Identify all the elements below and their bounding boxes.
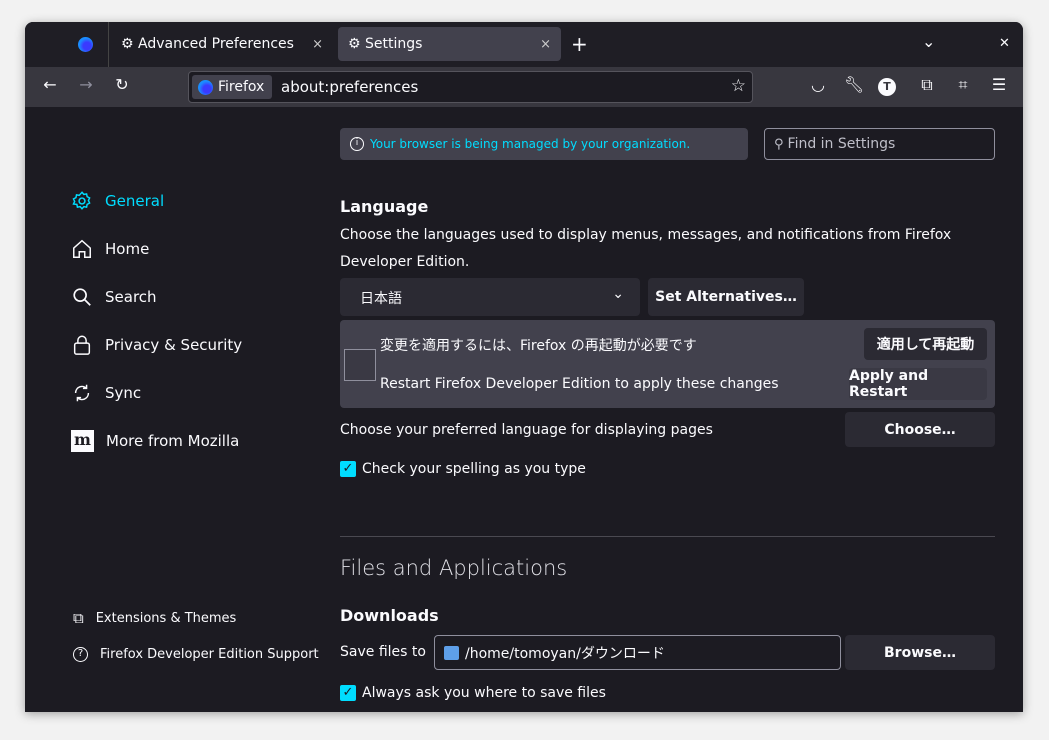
tab-bar: ⚙ Advanced Preferences × ⚙ Settings × + … [25,22,1023,67]
spellcheck-checkbox[interactable]: ✓ [340,461,356,477]
account-avatar[interactable]: T [878,78,896,96]
sidebar-support[interactable]: ? Firefox Developer Edition Support [73,647,319,662]
url-bar[interactable]: Firefox about:preferences ☆ [188,71,753,103]
screenshot-icon[interactable]: ⌗ [951,75,975,95]
sidebar-item-more-from-mozilla[interactable]: m More from Mozilla [71,430,239,452]
close-tab-icon[interactable]: × [312,37,323,52]
language-select[interactable]: 日本語 ⌄ [340,278,640,316]
list-tabs-button[interactable]: ⌄ [922,32,935,51]
gear-icon: ⚙ [348,36,361,52]
search-icon [73,288,91,306]
gear-icon [72,191,91,210]
language-description: Choose the languages used to display men… [340,227,952,270]
window-close-button[interactable]: ✕ [999,36,1010,51]
restart-message-box: 変更を適用するには、Firefox の再起動が必要です 適用して再起動 Rest… [340,320,995,408]
new-tab-button[interactable]: + [571,32,588,56]
info-icon: i [350,137,364,151]
nav-toolbar: ← → ↻ Firefox about:preferences ☆ ◡ 🔧︎ T… [25,67,1023,107]
info-image [344,349,376,381]
sync-icon [74,384,90,402]
sidebar-item-home[interactable]: Home [71,238,149,260]
identity-box[interactable]: Firefox [192,75,272,99]
always-ask-checkbox[interactable]: ✓ [340,685,356,701]
firefox-logo-icon [198,79,213,95]
tab-advanced-preferences[interactable]: ⚙ Advanced Preferences × [111,27,333,61]
find-in-settings-input[interactable]: ⚲ Find in Settings [764,128,995,160]
sidebar-extensions-themes[interactable]: ⧉ Extensions & Themes [73,609,236,627]
browse-button[interactable]: Browse… [845,635,995,670]
lock-icon [73,335,91,355]
mozilla-icon: m [71,430,94,452]
search-icon: ⚲ [774,136,784,152]
gear-icon: ⚙ [121,36,134,52]
menu-icon[interactable]: ☰ [987,75,1011,94]
url-text[interactable]: about:preferences [281,78,418,96]
pocket-icon[interactable]: ◡ [806,75,830,94]
back-button[interactable]: ← [38,75,62,94]
extensions-icon[interactable]: ⧉ [915,75,939,95]
reload-button[interactable]: ↻ [110,75,134,94]
help-icon: ? [73,647,88,662]
language-heading: Language [340,197,429,216]
downloads-heading: Downloads [340,606,439,625]
files-heading: Files and Applications [340,556,568,580]
choose-languages-button[interactable]: Choose… [845,412,995,447]
set-alternatives-button[interactable]: Set Alternatives… [648,278,804,316]
bookmark-star-icon[interactable]: ☆ [731,76,746,96]
folder-icon [444,645,459,660]
sidebar-item-general[interactable]: General [71,190,164,212]
home-icon [73,239,91,258]
tab-settings[interactable]: ⚙ Settings × [338,27,561,61]
close-tab-icon[interactable]: × [540,37,551,52]
puzzle-icon: ⧉ [73,609,84,627]
divider [340,536,995,537]
sidebar-item-search[interactable]: Search [71,286,157,308]
firefox-logo-icon [78,37,93,52]
sidebar-item-sync[interactable]: Sync [71,382,141,404]
browser-window: ⚙ Advanced Preferences × ⚙ Settings × + … [25,22,1023,712]
policies-notice[interactable]: i Your browser is being managed by your … [340,128,748,160]
apply-restart-button[interactable]: Apply and Restart [849,368,987,400]
sidebar-item-privacy[interactable]: Privacy & Security [71,334,242,356]
wrench-icon[interactable]: 🔧︎ [842,75,866,94]
apply-restart-ja-button[interactable]: 適用して再起動 [864,328,987,360]
chevron-down-icon: ⌄ [612,286,624,302]
forward-button[interactable]: → [74,75,98,94]
download-folder-field[interactable]: /home/tomoyan/ダウンロード [434,635,841,670]
